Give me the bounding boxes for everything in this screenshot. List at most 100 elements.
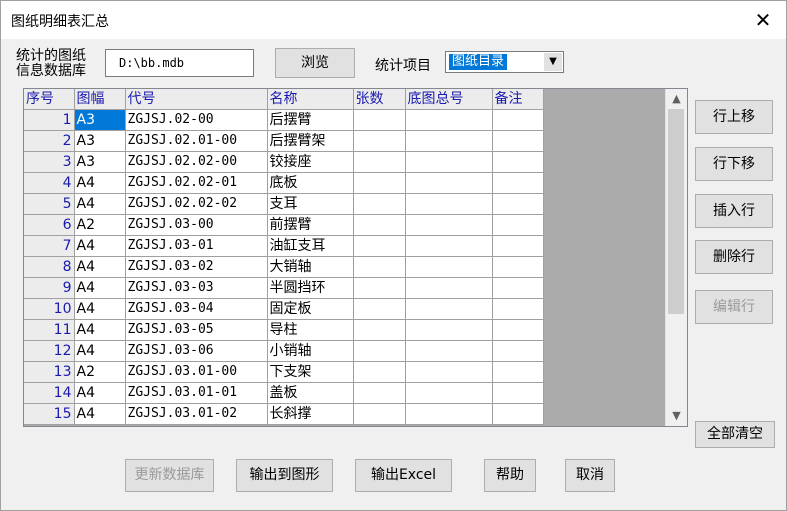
table-cell[interactable] bbox=[353, 403, 406, 425]
table-cell[interactable]: A4 bbox=[74, 235, 126, 257]
table-cell[interactable]: 盖板 bbox=[267, 382, 354, 404]
table-cell[interactable] bbox=[353, 214, 406, 236]
table-cell[interactable]: ZGJSJ.03.01-01 bbox=[125, 382, 268, 404]
table-row[interactable]: 12 A4 ZGJSJ.03-06 小销轴 bbox=[24, 340, 544, 362]
close-icon[interactable]: ✕ bbox=[748, 5, 778, 35]
row-index-cell[interactable]: 9 bbox=[24, 277, 75, 299]
insert-row-button[interactable]: 插入行 bbox=[695, 194, 773, 228]
table-cell[interactable]: ZGJSJ.03-03 bbox=[125, 277, 268, 299]
table-cell[interactable] bbox=[405, 172, 493, 194]
cancel-button[interactable]: 取消 bbox=[565, 459, 615, 492]
table-row[interactable]: 14 A4 ZGJSJ.03.01-01 盖板 bbox=[24, 382, 544, 404]
scroll-down-icon[interactable]: ▼ bbox=[666, 407, 687, 425]
table-cell[interactable]: A4 bbox=[74, 256, 126, 278]
table-cell[interactable]: ZGJSJ.03-06 bbox=[125, 340, 268, 362]
column-header[interactable]: 备注 bbox=[492, 89, 544, 110]
column-header[interactable]: 名称 bbox=[267, 89, 354, 110]
edit-row-button[interactable]: 编辑行 bbox=[695, 290, 773, 324]
table-cell[interactable] bbox=[492, 130, 544, 152]
row-index-cell[interactable]: 14 bbox=[24, 382, 75, 404]
table-cell[interactable] bbox=[405, 382, 493, 404]
table-cell[interactable]: 导柱 bbox=[267, 319, 354, 341]
table-cell[interactable]: 固定板 bbox=[267, 298, 354, 320]
row-index-cell[interactable]: 1 bbox=[24, 109, 75, 131]
column-header[interactable]: 代号 bbox=[125, 89, 268, 110]
table-cell[interactable]: A4 bbox=[74, 319, 126, 341]
table-cell[interactable]: 小销轴 bbox=[267, 340, 354, 362]
row-index-cell[interactable]: 2 bbox=[24, 130, 75, 152]
table-cell[interactable]: ZGJSJ.03.01-00 bbox=[125, 361, 268, 383]
row-index-cell[interactable]: 8 bbox=[24, 256, 75, 278]
table-cell[interactable] bbox=[353, 277, 406, 299]
move-row-down-button[interactable]: 行下移 bbox=[695, 147, 773, 181]
stat-item-combo[interactable]: 图纸目录 ▼ bbox=[445, 51, 564, 73]
table-cell[interactable]: ZGJSJ.03-01 bbox=[125, 235, 268, 257]
table-cell[interactable]: 后摆臂架 bbox=[267, 130, 354, 152]
table-cell[interactable]: A3 bbox=[74, 130, 126, 152]
browse-button[interactable]: 浏览 bbox=[275, 48, 355, 78]
help-button[interactable]: 帮助 bbox=[484, 459, 536, 492]
table-cell[interactable]: 大销轴 bbox=[267, 256, 354, 278]
table-cell[interactable] bbox=[405, 151, 493, 173]
table-cell[interactable]: A2 bbox=[74, 361, 126, 383]
table-cell[interactable] bbox=[405, 214, 493, 236]
table-cell[interactable] bbox=[492, 235, 544, 257]
row-index-cell[interactable]: 4 bbox=[24, 172, 75, 194]
table-cell[interactable]: A4 bbox=[74, 382, 126, 404]
scroll-up-icon[interactable]: ▲ bbox=[666, 90, 687, 108]
row-index-cell[interactable]: 10 bbox=[24, 298, 75, 320]
table-cell[interactable] bbox=[353, 193, 406, 215]
table-cell[interactable] bbox=[492, 109, 544, 131]
table-row[interactable]: 9 A4 ZGJSJ.03-03 半圆挡环 bbox=[24, 277, 544, 299]
column-header[interactable]: 张数 bbox=[353, 89, 406, 110]
table-cell[interactable] bbox=[405, 319, 493, 341]
row-index-cell[interactable]: 3 bbox=[24, 151, 75, 173]
table-cell[interactable]: A3 bbox=[74, 109, 126, 131]
table-cell[interactable]: A4 bbox=[74, 403, 126, 425]
table-cell[interactable]: ZGJSJ.03-00 bbox=[125, 214, 268, 236]
move-row-up-button[interactable]: 行上移 bbox=[695, 100, 773, 134]
table-row[interactable]: 13 A2 ZGJSJ.03.01-00 下支架 bbox=[24, 361, 544, 383]
table-cell[interactable] bbox=[353, 361, 406, 383]
table-cell[interactable]: ZGJSJ.03-04 bbox=[125, 298, 268, 320]
table-cell[interactable] bbox=[405, 256, 493, 278]
table-cell[interactable] bbox=[405, 298, 493, 320]
table-cell[interactable]: 油缸支耳 bbox=[267, 235, 354, 257]
table-cell[interactable]: ZGJSJ.02.02-00 bbox=[125, 151, 268, 173]
table-cell[interactable] bbox=[353, 298, 406, 320]
table-cell[interactable] bbox=[492, 319, 544, 341]
table-cell[interactable]: ZGJSJ.02.01-00 bbox=[125, 130, 268, 152]
table-cell[interactable]: 底板 bbox=[267, 172, 354, 194]
table-cell[interactable]: 前摆臂 bbox=[267, 214, 354, 236]
table-cell[interactable] bbox=[492, 403, 544, 425]
table-cell[interactable]: 后摆臂 bbox=[267, 109, 354, 131]
table-cell[interactable] bbox=[492, 277, 544, 299]
table-cell[interactable]: 下支架 bbox=[267, 361, 354, 383]
table-cell[interactable]: A2 bbox=[74, 214, 126, 236]
row-index-cell[interactable]: 15 bbox=[24, 403, 75, 425]
column-header[interactable]: 图幅 bbox=[74, 89, 126, 110]
table-cell[interactable] bbox=[492, 361, 544, 383]
table-cell[interactable] bbox=[405, 109, 493, 131]
table-row[interactable]: 5 A4 ZGJSJ.02.02-02 支耳 bbox=[24, 193, 544, 215]
table-cell[interactable]: ZGJSJ.02.02-01 bbox=[125, 172, 268, 194]
table-cell[interactable]: 半圆挡环 bbox=[267, 277, 354, 299]
table-cell[interactable] bbox=[492, 382, 544, 404]
table-cell[interactable] bbox=[405, 340, 493, 362]
table-row[interactable]: 4 A4 ZGJSJ.02.02-01 底板 bbox=[24, 172, 544, 194]
table-row[interactable]: 10 A4 ZGJSJ.03-04 固定板 bbox=[24, 298, 544, 320]
table-row[interactable]: 7 A4 ZGJSJ.03-01 油缸支耳 bbox=[24, 235, 544, 257]
row-index-cell[interactable]: 5 bbox=[24, 193, 75, 215]
table-row[interactable]: 6 A2 ZGJSJ.03-00 前摆臂 bbox=[24, 214, 544, 236]
table-cell[interactable] bbox=[353, 235, 406, 257]
table-cell[interactable] bbox=[492, 214, 544, 236]
table-cell[interactable] bbox=[405, 235, 493, 257]
table-cell[interactable]: 支耳 bbox=[267, 193, 354, 215]
table-cell[interactable]: A4 bbox=[74, 172, 126, 194]
table-cell[interactable]: A4 bbox=[74, 298, 126, 320]
table-cell[interactable] bbox=[405, 403, 493, 425]
vertical-scrollbar[interactable]: ▲ ▼ bbox=[665, 89, 687, 426]
export-to-drawing-button[interactable]: 输出到图形 bbox=[236, 459, 333, 492]
table-cell[interactable]: A4 bbox=[74, 340, 126, 362]
table-cell[interactable] bbox=[353, 109, 406, 131]
